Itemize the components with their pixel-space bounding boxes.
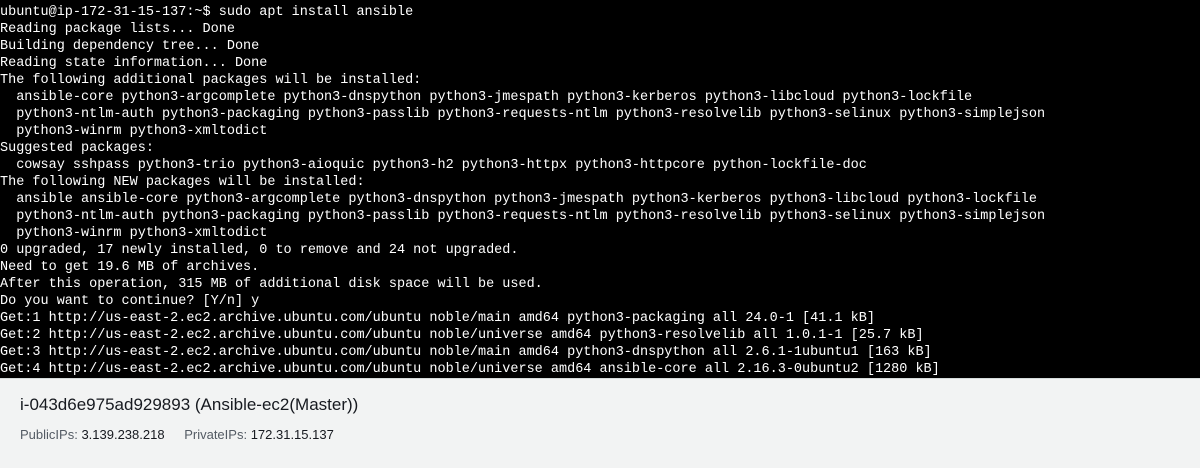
terminal-line: Suggested packages: bbox=[0, 141, 154, 156]
public-ip-label: PublicIPs: bbox=[20, 427, 78, 442]
public-ip-value: 3.139.238.218 bbox=[81, 427, 165, 442]
terminal-line: Reading package lists... Done bbox=[0, 22, 235, 37]
terminal-line: python3-winrm python3-xmltodict bbox=[0, 124, 268, 139]
instance-info-bar: i-043d6e975ad929893 (Ansible-ec2(Master)… bbox=[0, 378, 1200, 468]
private-ip-label: PrivateIPs: bbox=[184, 427, 248, 442]
terminal-line: Get:2 http://us-east-2.ec2.archive.ubunt… bbox=[0, 328, 924, 343]
private-ip-value: 172.31.15.137 bbox=[250, 427, 334, 442]
terminal-line: 0 upgraded, 17 newly installed, 0 to rem… bbox=[0, 243, 519, 258]
terminal-line: python3-ntlm-auth python3-packaging pyth… bbox=[0, 209, 1046, 224]
terminal-window[interactable]: ubuntu@ip-172-31-15-137:~$ sudo apt inst… bbox=[0, 0, 1200, 378]
instance-title: i-043d6e975ad929893 (Ansible-ec2(Master)… bbox=[20, 395, 359, 414]
terminal-line: The following additional packages will b… bbox=[0, 73, 422, 88]
terminal-line: Get:4 http://us-east-2.ec2.archive.ubunt… bbox=[0, 362, 940, 377]
private-ip-group: PrivateIPs: 172.31.15.137 bbox=[184, 427, 334, 442]
terminal-line: After this operation, 315 MB of addition… bbox=[0, 277, 543, 292]
terminal-line: python3-winrm python3-xmltodict bbox=[0, 226, 268, 241]
terminal-line: Get:1 http://us-east-2.ec2.archive.ubunt… bbox=[0, 311, 875, 326]
terminal-line: cowsay sshpass python3-trio python3-aioq… bbox=[0, 158, 867, 173]
terminal-line: python3-ntlm-auth python3-packaging pyth… bbox=[0, 107, 1046, 122]
terminal-line: ansible ansible-core python3-argcomplete… bbox=[0, 192, 1037, 207]
terminal-line: Do you want to continue? [Y/n] y bbox=[0, 294, 260, 309]
terminal-line: Reading state information... Done bbox=[0, 56, 268, 71]
terminal-output: ubuntu@ip-172-31-15-137:~$ sudo apt inst… bbox=[0, 0, 1200, 378]
terminal-line: Need to get 19.6 MB of archives. bbox=[0, 260, 260, 275]
public-ip-group: PublicIPs: 3.139.238.218 bbox=[20, 427, 165, 442]
terminal-line: ansible-core python3-argcomplete python3… bbox=[0, 90, 973, 105]
terminal-line: Building dependency tree... Done bbox=[0, 39, 260, 54]
terminal-line: The following NEW packages will be insta… bbox=[0, 175, 365, 190]
instance-ips: PublicIPs: 3.139.238.218 PrivateIPs: 172… bbox=[20, 427, 350, 442]
terminal-line: Get:3 http://us-east-2.ec2.archive.ubunt… bbox=[0, 345, 932, 360]
terminal-line: ubuntu@ip-172-31-15-137:~$ sudo apt inst… bbox=[0, 5, 414, 20]
